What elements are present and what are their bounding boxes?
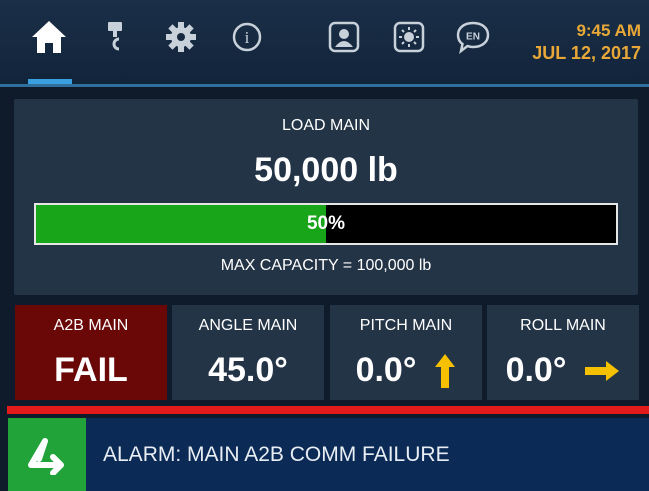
alarm-acknowledge-button[interactable]	[8, 418, 86, 491]
load-progress-bar: 50%	[34, 203, 618, 245]
roll-main-tile[interactable]: ROLL MAIN 0.0°	[487, 305, 639, 400]
angle-main-tile[interactable]: ANGLE MAIN 45.0°	[172, 305, 324, 400]
home-icon[interactable]	[26, 14, 72, 60]
tile-label: ANGLE MAIN	[198, 317, 298, 334]
tile-label: A2B MAIN	[53, 317, 129, 334]
language-code: EN	[466, 32, 480, 43]
angle-value: 45.0°	[208, 351, 288, 389]
load-percent-label: 50%	[306, 213, 346, 234]
tile-value: 45.0°	[172, 351, 324, 390]
language-icon[interactable]: EN	[450, 14, 496, 60]
gear-icon[interactable]	[158, 14, 204, 60]
current-time: 9:45 AM	[576, 21, 641, 40]
alarm-message: ALARM: MAIN A2B COMM FAILURE	[103, 443, 450, 466]
date-time-display: 9:45 AM JUL 12, 2017	[532, 20, 641, 64]
active-tab-indicator	[28, 79, 72, 84]
info-icon[interactable]: i	[224, 14, 270, 60]
load-title: LOAD MAIN	[281, 117, 370, 134]
crane-hook-icon[interactable]	[92, 14, 138, 60]
tile-label: ROLL MAIN	[520, 317, 606, 334]
acknowledge-arrow-icon	[28, 437, 64, 475]
tile-label: PITCH MAIN	[359, 317, 453, 334]
pitch-main-tile[interactable]: PITCH MAIN 0.0°	[330, 305, 482, 400]
roll-value: 0.0°	[505, 351, 567, 389]
alarm-indicator-strip	[7, 406, 649, 414]
info-glyph: i	[245, 28, 250, 47]
brightness-icon[interactable]	[386, 14, 432, 60]
load-value: 50,000 lb	[254, 151, 398, 189]
right-arrow-icon	[585, 360, 620, 381]
a2b-main-tile[interactable]: A2B MAIN FAIL	[15, 305, 167, 400]
load-main-panel: LOAD MAIN 50,000 lb 50% MAX CAPACITY = 1…	[14, 99, 638, 295]
a2b-status-value: FAIL	[54, 351, 128, 389]
alarm-bar[interactable]: ALARM: MAIN A2B COMM FAILURE	[8, 418, 649, 491]
tile-value: 0.0°	[487, 351, 639, 390]
tile-value: FAIL	[15, 351, 167, 390]
current-date: JUL 12, 2017	[532, 43, 641, 63]
top-navigation-bar: i EN 9:45 AM JUL 12, 2017	[0, 0, 649, 87]
max-capacity-label: MAX CAPACITY = 100,000 lb	[220, 257, 432, 274]
up-arrow-icon	[435, 353, 456, 388]
operator-profile-icon[interactable]	[321, 14, 367, 60]
tile-value: 0.0°	[330, 351, 482, 390]
pitch-value: 0.0°	[355, 351, 417, 389]
